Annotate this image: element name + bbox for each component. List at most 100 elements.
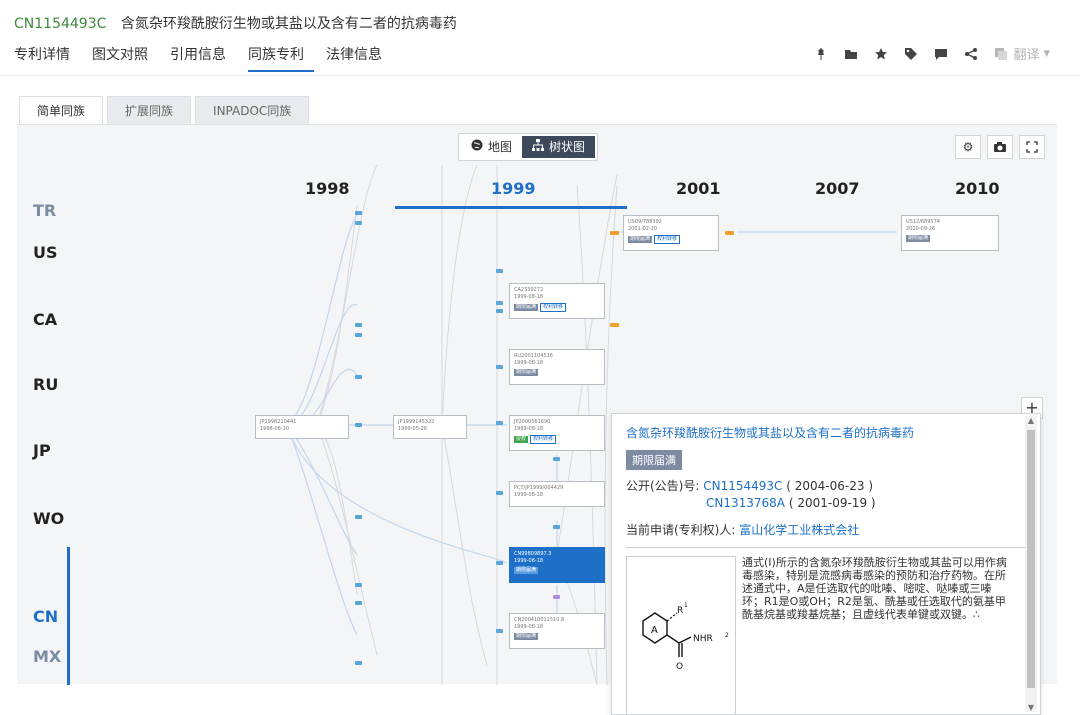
family-node-selected[interactable]: CN99809897.3 1999-08-18 期限届满	[509, 547, 605, 583]
node-number: CN200410012510.8	[514, 617, 565, 623]
title-row: CN1154493C 含氮杂环羧酰胺衍生物或其盐以及含有二者的抗病毒药	[14, 13, 457, 33]
node-number: CN99809897.3	[514, 551, 552, 557]
country-ru[interactable]: RU	[33, 375, 58, 394]
tab-patent-details[interactable]: 专利详情	[14, 44, 80, 72]
tag-icon[interactable]	[903, 46, 919, 62]
pub-number-row: 公开(公告)号: CN1154493C ( 2004-06-23 )	[626, 478, 1026, 495]
family-node[interactable]: JP1999145322 1999-05-26	[393, 415, 467, 439]
pin-icon[interactable]	[813, 46, 829, 62]
svg-text:R: R	[677, 606, 683, 616]
status-badge: 期限届满	[626, 450, 682, 470]
assignee-link[interactable]: 富山化学工业株式会社	[739, 523, 859, 537]
family-tabs: 简单同族 扩展同族 INPADOC同族	[19, 96, 313, 125]
share-icon[interactable]	[963, 46, 979, 62]
year-1998[interactable]: 1998	[305, 179, 350, 198]
map-view-label: 地图	[488, 140, 513, 154]
camera-icon[interactable]	[987, 135, 1013, 159]
tab-simple-family[interactable]: 简单同族	[19, 96, 104, 125]
country-ca[interactable]: CA	[33, 310, 57, 329]
patent-info-popup: 含氮杂环羧酰胺衍生物或其盐以及含有二者的抗病毒药 期限届满 公开(公告)号: C…	[611, 413, 1041, 715]
node-date: 1999-08-18	[514, 624, 544, 630]
family-node[interactable]: US12/689574 2010-09-26 期限届满	[901, 215, 999, 251]
tab-inpadoc-family[interactable]: INPADOC同族	[195, 96, 310, 125]
tab-image-text[interactable]: 图文对照	[92, 44, 158, 72]
view-switch: 地图 树状图	[458, 133, 599, 161]
year-1999[interactable]: 1999	[491, 179, 536, 198]
node-date: 1999-08-18	[514, 492, 544, 498]
scroll-up-icon[interactable]: ▲	[1025, 416, 1037, 425]
tab-citation[interactable]: 引用信息	[170, 44, 236, 72]
comment-icon[interactable]	[933, 46, 949, 62]
folder-icon[interactable]	[843, 46, 859, 62]
node-date: 1999-05-26	[398, 426, 428, 432]
abstract-section: A R 1 NHR 2 O 通式(I)所示的含氮杂环羧酰胺衍生物或其盐可以用作病…	[626, 556, 1026, 714]
node-status-badge: 期限届满	[514, 369, 539, 376]
svg-text:1: 1	[684, 602, 688, 609]
svg-text:2: 2	[725, 632, 729, 639]
globe-icon	[471, 136, 483, 158]
tab-extended-family[interactable]: 扩展同族	[107, 96, 192, 125]
pub-number-label: 公开(公告)号:	[626, 479, 700, 493]
node-transfer-badge: 权利转移	[530, 435, 557, 444]
translate-button[interactable]: 翻译 ▾	[993, 44, 1050, 63]
country-wo[interactable]: WO	[33, 509, 64, 528]
country-mx[interactable]: MX	[33, 647, 61, 666]
tab-legal[interactable]: 法律信息	[326, 44, 392, 72]
toolbar: 翻译 ▾	[813, 44, 1050, 63]
family-node[interactable]: PCT/JP1999/004429 1999-08-18	[509, 481, 605, 507]
svg-text:A: A	[651, 625, 658, 636]
family-node[interactable]: JP1998210441 1998-06-20	[255, 415, 349, 439]
country-cn[interactable]: CN	[33, 607, 58, 626]
node-status-badge: 期限届满	[514, 304, 539, 311]
popup-scrollbar[interactable]: ▲ ▼	[1025, 416, 1037, 712]
scroll-thumb[interactable]	[1027, 430, 1035, 688]
country-us[interactable]: US	[33, 243, 58, 262]
node-number: US12/689574	[906, 219, 940, 225]
pub-number-link[interactable]: CN1313768A	[706, 496, 785, 510]
node-date: 1999-08-18	[514, 558, 544, 564]
node-number: US09/788392	[628, 219, 662, 225]
year-2007[interactable]: 2007	[815, 179, 860, 198]
tab-family[interactable]: 同族专利	[248, 44, 314, 72]
node-transfer-badge: 权利转移	[540, 303, 567, 312]
pub-number-date: ( 2001-09-19 )	[788, 496, 876, 510]
tree-view-label: 树状图	[549, 140, 586, 154]
year-2010[interactable]: 2010	[955, 179, 1000, 198]
scroll-down-icon[interactable]: ▼	[1025, 703, 1037, 712]
node-date: 1999-08-18	[514, 360, 544, 366]
popup-title[interactable]: 含氮杂环羧酰胺衍生物或其盐以及含有二者的抗病毒药	[626, 424, 1026, 441]
family-tree-panel: 地图 树状图 ⚙ TR US CA RU JP WO CN MX 1998 19…	[17, 124, 1057, 715]
tree-view-button[interactable]: 树状图	[522, 136, 596, 158]
chevron-down-icon: ▾	[1043, 46, 1050, 61]
pub-number-link[interactable]: CN1154493C	[703, 479, 782, 493]
family-node[interactable]: CN200410012510.8 1999-08-18 期限届满	[509, 613, 605, 649]
document-title: 含氮杂环羧酰胺衍生物或其盐以及含有二者的抗病毒药	[120, 16, 457, 32]
gear-icon[interactable]: ⚙	[955, 135, 981, 159]
family-node[interactable]: RU2001104516 1999-08-18 期限届满	[509, 349, 605, 385]
svg-text:O: O	[676, 662, 683, 672]
translate-label: 翻译	[1013, 48, 1040, 63]
fullscreen-icon[interactable]	[1019, 135, 1045, 159]
family-node[interactable]: US09/788392 2001-02-20 期限届满 权利转移	[623, 215, 719, 251]
country-jp[interactable]: JP	[33, 441, 51, 460]
node-number: JP1998210441	[260, 419, 297, 425]
family-node[interactable]: JP2000561690 1999-08-18 授权 权利转移	[509, 415, 605, 451]
node-date: 2001-02-20	[628, 226, 658, 232]
abstract-text: 通式(I)所示的含氮杂环羧酰胺衍生物或其盐可以用作病毒感染，特别是流感病毒感染的…	[742, 556, 1007, 621]
node-status-badge: 授权	[514, 436, 529, 443]
family-section: 简单同族 扩展同族 INPADOC同族 地图 树状图 ⚙ TR US CA RU…	[17, 94, 1057, 715]
node-transfer-badge: 权利转移	[654, 235, 681, 244]
node-date: 2010-09-26	[906, 226, 936, 232]
top-bar: CN1154493C 含氮杂环羧酰胺衍生物或其盐以及含有二者的抗病毒药 专利详情…	[0, 0, 1080, 76]
year-2001[interactable]: 2001	[676, 179, 721, 198]
node-status-badge: 期限届满	[906, 235, 931, 242]
family-node[interactable]: CA2339272 1999-08-18 期限届满 权利转移	[509, 283, 605, 319]
star-icon[interactable]	[873, 46, 889, 62]
node-status-badge: 期限届满	[514, 633, 539, 640]
publication-id: CN1154493C	[14, 16, 107, 32]
node-date: 1999-08-18	[514, 426, 544, 432]
translate-icon	[993, 46, 1009, 62]
map-view-button[interactable]: 地图	[461, 136, 522, 158]
country-tr[interactable]: TR	[33, 201, 56, 220]
node-status-badge: 期限届满	[514, 567, 539, 574]
